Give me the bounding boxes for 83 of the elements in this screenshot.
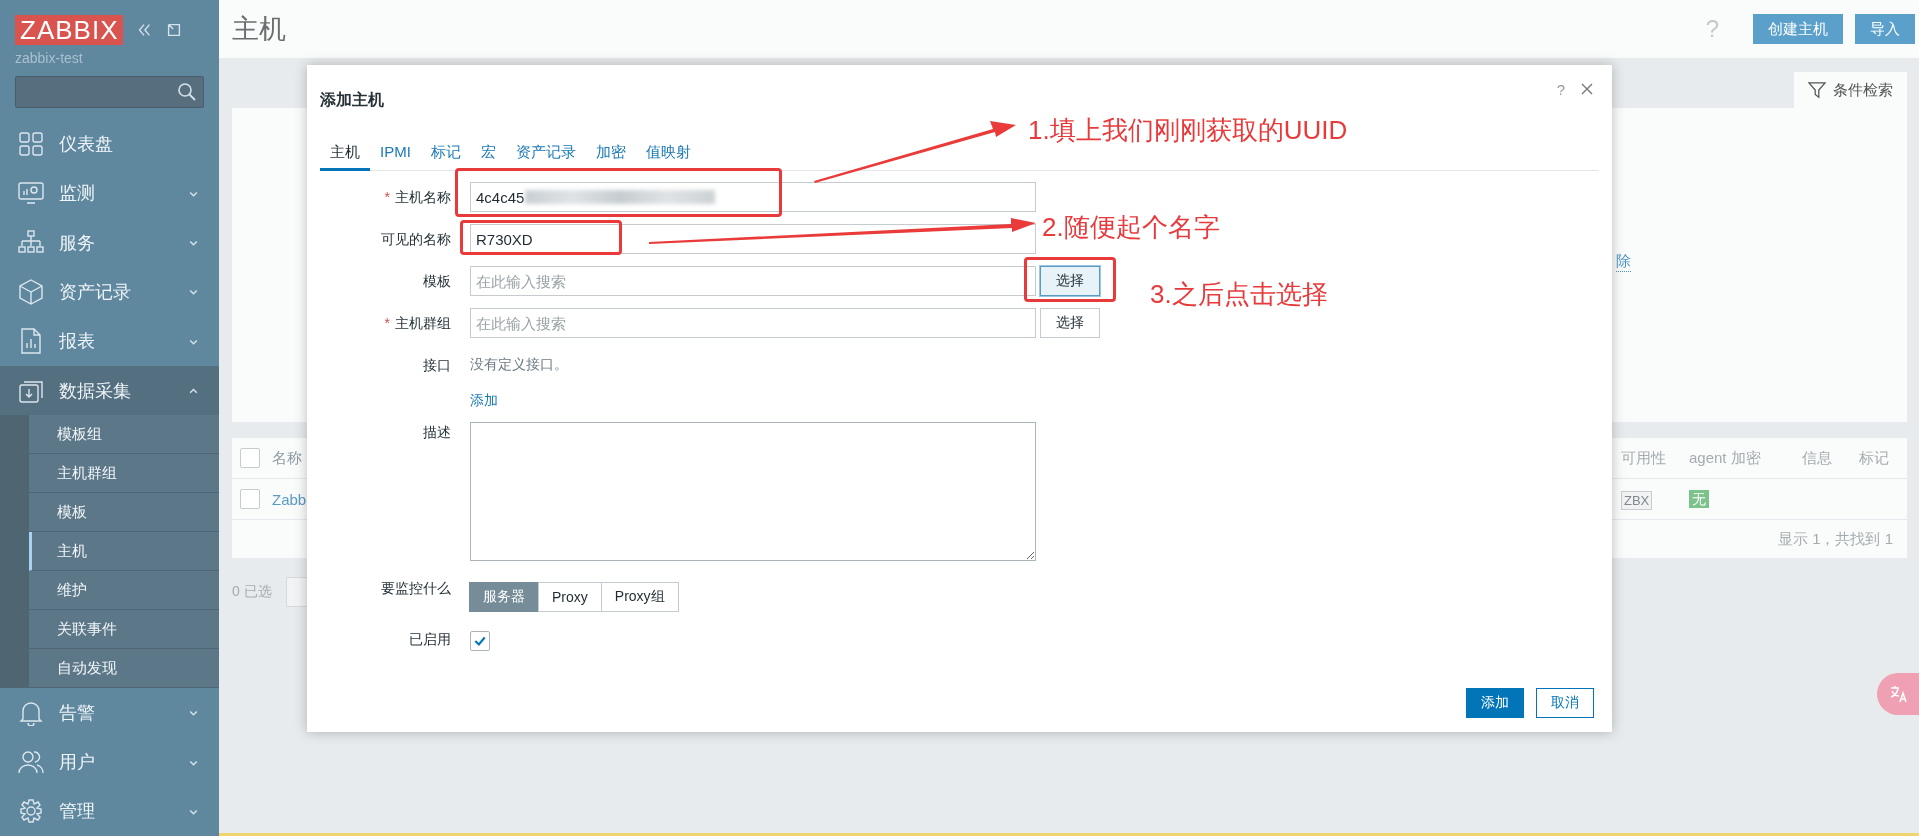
menu-item[interactable]: 资产记录 [0, 267, 219, 317]
close-icon[interactable] [1581, 83, 1593, 95]
field-label: * 主机名称 [384, 189, 451, 205]
column-header: 标记 [1859, 448, 1890, 468]
filter-tab[interactable]: 条件检索 [1794, 72, 1907, 108]
dialog-tab[interactable]: 值映射 [635, 142, 701, 171]
dialog-tab[interactable]: 资产记录 [505, 142, 586, 171]
submenu-item[interactable]: 模板组 [29, 415, 219, 455]
menu-item[interactable]: 服务 [0, 218, 219, 268]
host-link[interactable]: Zabb [272, 490, 307, 508]
field-label: 已启用 [409, 631, 451, 647]
encryption-badge: 无 [1689, 489, 1709, 508]
monitor-icon [18, 180, 44, 207]
document-chart-icon [18, 328, 44, 355]
menu-item[interactable]: 管理 [0, 786, 219, 836]
description-field[interactable] [470, 422, 1036, 561]
dialog-title: 添加主机 [320, 89, 385, 110]
hierarchy-icon [18, 229, 44, 256]
menu-item[interactable]: 数据采集 [0, 365, 219, 416]
selected-count: 0 已选 [232, 583, 272, 601]
field-label: 接口 [423, 357, 451, 373]
search-icon[interactable] [177, 81, 197, 102]
select-button[interactable]: 选择 [1040, 266, 1100, 296]
header-button[interactable]: 导入 [1855, 14, 1915, 44]
field-label: 可见的名称 [381, 231, 451, 247]
menu-item[interactable]: 用户 [0, 737, 219, 787]
chevron-icon [188, 385, 199, 396]
translate-icon[interactable] [1888, 684, 1908, 704]
enabled-checkbox[interactable] [470, 631, 490, 651]
row-checkbox[interactable] [240, 489, 260, 509]
column-header: 信息 [1802, 448, 1833, 468]
dialog-button[interactable]: 添加 [1466, 688, 1524, 718]
empty-message: 没有定义接口。 [470, 356, 568, 374]
column-header: agent 加密 [1689, 448, 1762, 468]
submenu-item[interactable]: 维护 [29, 571, 219, 611]
server-name: zabbix-test [14, 49, 84, 66]
menu-item[interactable]: 监测 [0, 168, 219, 219]
submenu-item[interactable]: 主机 [29, 532, 219, 572]
text-field[interactable]: 4c4c45 [470, 182, 1036, 212]
annotation-text: 3.之后点击选择 [1150, 278, 1328, 311]
dialog-tab[interactable]: 主机 [320, 142, 370, 171]
translate-button[interactable] [1877, 673, 1919, 715]
dialog-tab[interactable]: 加密 [585, 142, 636, 171]
field-label: 要监控什么 [381, 580, 451, 596]
submenu-item[interactable]: 主机群组 [29, 454, 219, 494]
annotation-text: 2.随便起个名字 [1042, 211, 1220, 244]
page-title: 主机 [232, 13, 287, 46]
dialog-button[interactable]: 取消 [1536, 688, 1594, 718]
submenu-item[interactable]: 自动发现 [29, 649, 219, 689]
search-field[interactable] [15, 76, 204, 108]
submenu-item[interactable]: 模板 [29, 493, 219, 533]
segment-option[interactable]: Proxy组 [600, 582, 679, 612]
add-link[interactable]: 添加 [470, 392, 498, 410]
header-button[interactable]: 创建主机 [1753, 14, 1843, 44]
grid-icon [18, 131, 44, 158]
availability-badge: ZBX [1621, 490, 1653, 510]
gear-icon [18, 798, 44, 825]
users-icon [18, 749, 44, 776]
menu-item[interactable]: 告警 [0, 688, 219, 738]
dialog-tab[interactable]: 宏 [470, 142, 506, 171]
cube-icon [18, 279, 44, 305]
result-count: 显示 1，共找到 1 [1777, 529, 1893, 549]
annotation-text: 1.填上我们刚刚获取的UUID [1028, 114, 1348, 147]
segment-option[interactable]: Proxy [538, 582, 602, 612]
select-all-checkbox[interactable] [240, 448, 260, 468]
dialog-tab[interactable]: 标记 [420, 142, 471, 171]
menu-item[interactable]: 报表 [0, 316, 219, 366]
field-label: 描述 [423, 424, 451, 440]
remove-link[interactable]: 除 [1616, 252, 1631, 272]
checkmark-icon [473, 634, 487, 648]
field-label: * 主机群组 [384, 315, 451, 331]
logo[interactable]: ZABBIX [15, 15, 124, 45]
column-header: 可用性 [1621, 448, 1667, 468]
bell-icon [18, 699, 44, 726]
select-button[interactable]: 选择 [1040, 308, 1100, 338]
menu-item[interactable]: 仪表盘 [0, 119, 219, 169]
submenu-item[interactable]: 关联事件 [29, 610, 219, 650]
dialog-tab[interactable]: IPMI [370, 142, 421, 171]
help-link[interactable]: ? [1556, 80, 1565, 98]
segment-option[interactable]: 服务器 [469, 582, 539, 612]
filter-icon [1808, 81, 1826, 99]
column-header[interactable]: 名称 [272, 448, 302, 468]
field-label: 模板 [423, 273, 451, 289]
